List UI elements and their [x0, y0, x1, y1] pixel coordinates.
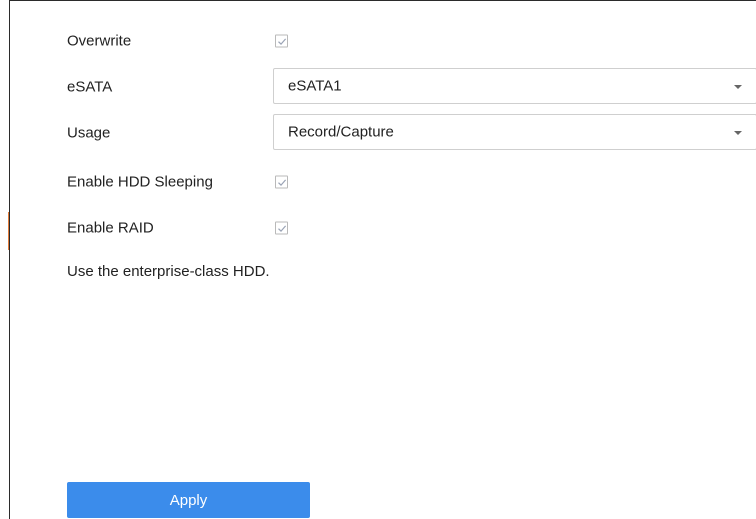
check-icon — [278, 179, 287, 186]
chevron-down-icon — [734, 131, 742, 135]
chevron-down-icon — [734, 85, 742, 89]
esata-selected-value: eSATA1 — [288, 77, 342, 95]
overwrite-label: Overwrite — [67, 32, 132, 50]
check-icon — [278, 225, 287, 232]
usage-label: Usage — [67, 124, 111, 141]
usage-selected-value: Record/Capture — [288, 123, 394, 141]
hdd-sleeping-checkbox[interactable] — [275, 175, 288, 189]
storage-settings-panel: Overwrite eSATA eSATA1 Usage Record/Capt… — [9, 0, 756, 519]
esata-select[interactable]: eSATA1 — [273, 68, 756, 104]
check-icon — [278, 38, 287, 45]
enterprise-hdd-note: Use the enterprise-class HDD. — [67, 263, 270, 280]
overwrite-checkbox[interactable] — [275, 34, 288, 48]
hdd-sleeping-row: Enable HDD Sleeping — [10, 162, 756, 202]
usage-select[interactable]: Record/Capture — [273, 114, 756, 150]
overwrite-row: Overwrite — [10, 21, 756, 61]
esata-label: eSATA — [67, 78, 113, 95]
raid-label: Enable RAID — [67, 219, 154, 237]
raid-row: Enable RAID — [10, 208, 756, 248]
apply-button[interactable]: Apply — [67, 482, 310, 518]
usage-row: Usage Record/Capture — [10, 114, 756, 151]
esata-row: eSATA eSATA1 — [10, 68, 756, 105]
raid-checkbox[interactable] — [275, 221, 288, 235]
hdd-sleeping-label: Enable HDD Sleeping — [67, 173, 213, 191]
